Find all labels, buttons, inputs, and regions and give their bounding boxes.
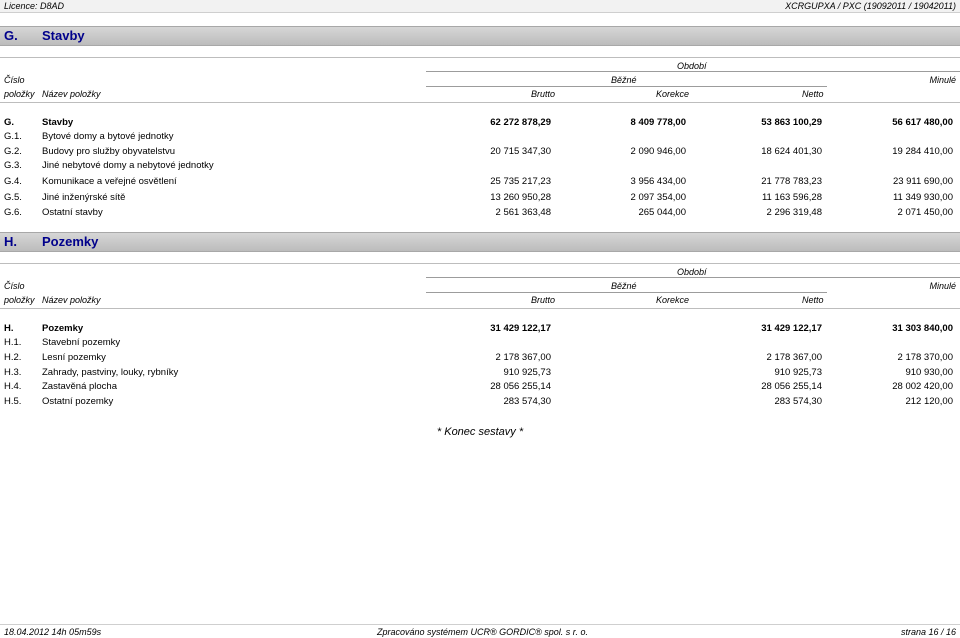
report-footer: 18.04.2012 14h 05m59s Zpracováno systéme… xyxy=(0,624,960,638)
header-bezne: Běžné xyxy=(611,281,637,291)
header-netto: Netto xyxy=(802,89,824,99)
header-netto: Netto xyxy=(802,295,824,305)
header-nazev: Název položky xyxy=(42,295,101,305)
report-id-label: XCRGUPXA / PXC (19092011 / 19042011) xyxy=(785,1,956,11)
section-title: Stavby xyxy=(42,28,85,43)
footer-page-number: strana 16 / 16 xyxy=(900,627,956,637)
report-top-bar: Licence: D8AD XCRGUPXA / PXC (19092011 /… xyxy=(0,0,960,13)
header-brutto: Brutto xyxy=(531,89,556,99)
licence-label: Licence: D8AD xyxy=(4,1,65,11)
column-header-h: Období Číslo Běžné Minulé položky Název … xyxy=(0,263,960,309)
section-band-h: H. Pozemky xyxy=(0,232,960,252)
section-title: Pozemky xyxy=(42,234,99,249)
footer-datetime: 18.04.2012 14h 05m59s xyxy=(4,627,102,637)
end-of-report-note: * Konec sestavy * xyxy=(436,426,524,438)
header-cislo: Číslo xyxy=(4,75,25,85)
header-cislo: Číslo xyxy=(4,281,25,291)
header-korekce: Korekce xyxy=(656,89,690,99)
header-polozky: položky xyxy=(4,89,35,99)
column-header-g: Období Číslo Běžné Minulé položky Název … xyxy=(0,57,960,103)
header-nazev: Název položky xyxy=(42,89,101,99)
section-code: H. xyxy=(4,234,17,249)
header-bezne: Běžné xyxy=(611,75,637,85)
footer-processed-by: Zpracováno systémem UCR® GORDIC® spol. s… xyxy=(377,627,588,637)
header-minule: Minulé xyxy=(929,75,956,85)
section-code: G. xyxy=(4,28,18,43)
section-band-g: G. Stavby xyxy=(0,26,960,46)
header-polozky: položky xyxy=(4,295,35,305)
header-brutto: Brutto xyxy=(531,295,556,305)
header-korekce: Korekce xyxy=(656,295,690,305)
header-minule: Minulé xyxy=(929,281,956,291)
